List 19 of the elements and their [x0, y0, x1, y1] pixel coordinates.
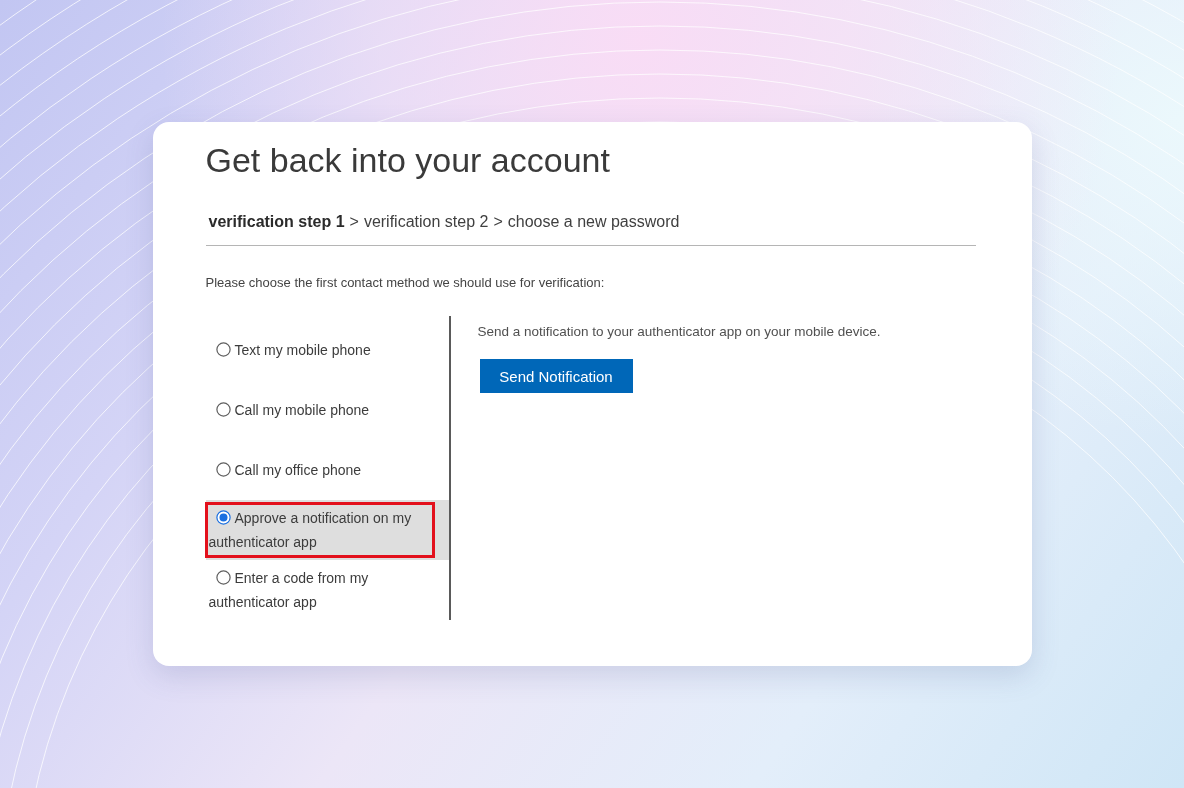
breadcrumb-step: verification step 1 [208, 211, 345, 233]
contact-method-option[interactable]: Call my office phone [205, 440, 449, 500]
contact-method-option[interactable]: Approve a notification on my authenticator app [205, 500, 449, 560]
contact-method-option[interactable]: Text my mobile phone [205, 320, 449, 380]
radio-icon[interactable] [215, 462, 231, 477]
breadcrumb-step: choose a new password [507, 211, 680, 233]
radio-icon[interactable] [215, 570, 231, 585]
radio-icon[interactable] [215, 342, 231, 357]
contact-method-option[interactable]: Enter a code from my authenticator app [205, 560, 449, 620]
breadcrumb-step: verification step 2 [363, 211, 489, 233]
breadcrumb-separator: > [349, 212, 359, 232]
page-title: Get back into your account [205, 140, 611, 181]
radio-icon[interactable] [215, 402, 231, 417]
breadcrumb-separator: > [493, 212, 503, 232]
send-notification-button[interactable]: Send Notification [479, 359, 633, 393]
contact-method-option[interactable]: Call my mobile phone [205, 380, 449, 440]
radio-icon[interactable] [215, 510, 231, 525]
method-description: Send a notification to your authenticator app on your mobile device. [477, 323, 881, 341]
instruction-text: Please choose the first contact method we should use for verification: [205, 274, 606, 292]
